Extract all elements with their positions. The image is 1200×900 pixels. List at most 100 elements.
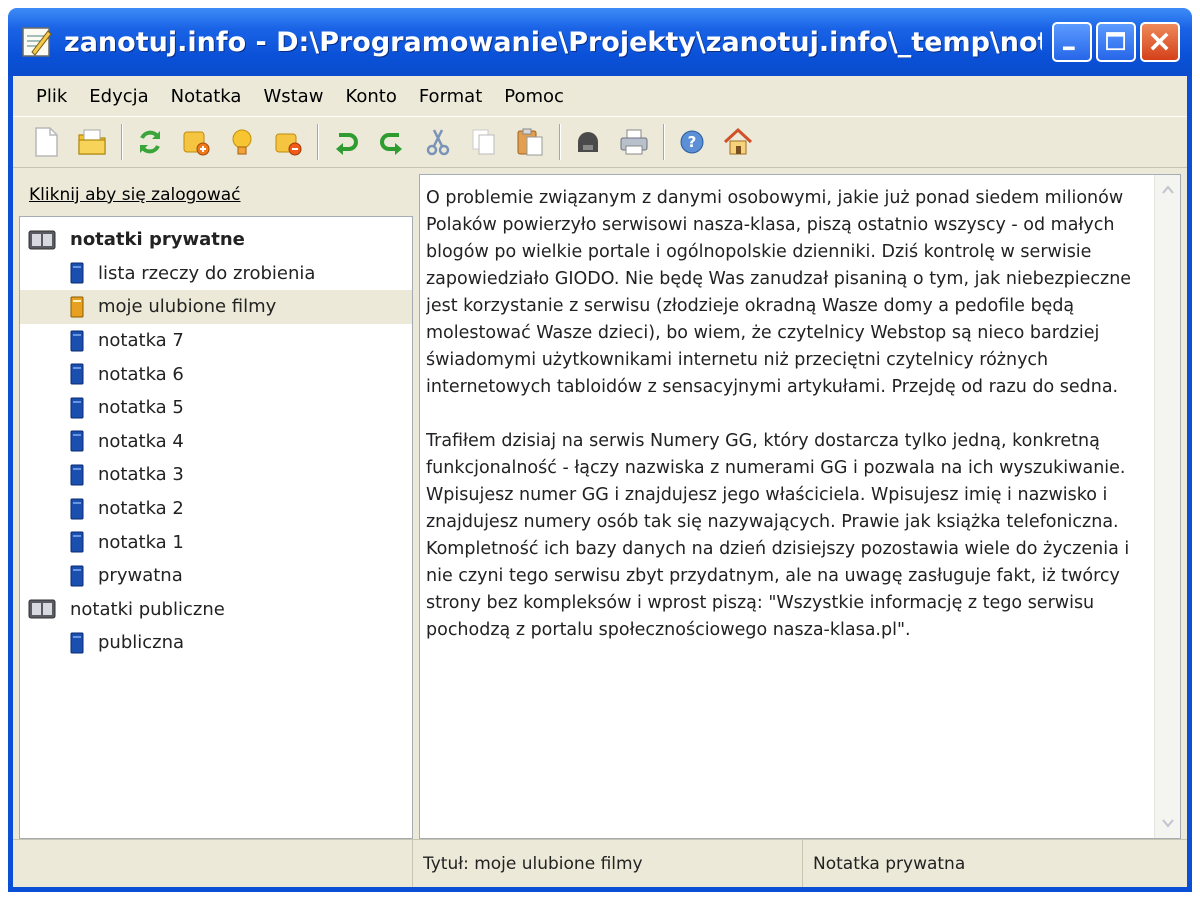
title-bar[interactable]: zanotuj.info - D:\Programowanie\Projekty… — [8, 8, 1192, 76]
note-icon — [70, 430, 84, 452]
window-title: zanotuj.info - D:\Programowanie\Projekty… — [64, 26, 1042, 58]
scroll-up-icon[interactable] — [1155, 177, 1181, 203]
note-icon — [70, 397, 84, 419]
tree-group-private[interactable]: notatki prywatne — [20, 223, 412, 257]
paste-icon — [517, 128, 543, 156]
undo-button[interactable] — [327, 123, 365, 161]
redo-icon — [380, 133, 402, 155]
menu-notatka[interactable]: Notatka — [160, 82, 253, 111]
note-icon — [70, 565, 84, 587]
scroll-down-icon[interactable] — [1155, 810, 1181, 836]
status-title: Tytuł: moje ulubione filmy — [413, 840, 803, 887]
add-note-button[interactable] — [177, 123, 215, 161]
note-content[interactable]: O problemie związanym z danymi osobowymi… — [426, 185, 1150, 830]
svg-text:?: ? — [688, 133, 697, 151]
tree-item-label: notatka 4 — [98, 430, 184, 452]
menu-konto[interactable]: Konto — [334, 82, 407, 111]
print-button[interactable] — [615, 123, 653, 161]
tree-item-note[interactable]: notatka 1 — [20, 525, 412, 559]
close-icon — [1150, 32, 1169, 51]
note-open-icon — [70, 296, 84, 318]
home-icon — [723, 127, 753, 155]
paste-button[interactable] — [511, 123, 549, 161]
menu-edycja[interactable]: Edycja — [78, 82, 159, 111]
tree-item-note[interactable]: notatka 4 — [20, 425, 412, 459]
notebook-icon — [28, 599, 56, 619]
cut-button[interactable] — [419, 123, 457, 161]
tree-item-note[interactable]: notatka 3 — [20, 458, 412, 492]
note-editor[interactable]: O problemie związanym z danymi osobowymi… — [419, 174, 1181, 839]
tree-group-label: notatki publiczne — [70, 598, 225, 620]
notebook-icon — [28, 230, 56, 250]
undo-icon — [336, 133, 358, 155]
lightbulb-icon — [232, 129, 252, 155]
tree-item-label: notatka 7 — [98, 330, 184, 352]
tree-item-label: prywatna — [98, 565, 183, 587]
add-note-icon — [183, 131, 210, 156]
tree-item-note[interactable]: publiczna — [20, 626, 412, 660]
tree-item-label: notatka 5 — [98, 397, 184, 419]
tree-item-note[interactable]: notatka 7 — [20, 324, 412, 358]
toolbar-separator — [559, 124, 561, 160]
client-area: Plik Edycja Notatka Wstaw Konto Format P… — [13, 76, 1187, 887]
note-icon — [70, 498, 84, 520]
toolbar-separator — [121, 124, 123, 160]
tree-item-label: notatka 2 — [98, 498, 184, 520]
open-button[interactable] — [73, 123, 111, 161]
help-icon: ? — [680, 130, 704, 154]
help-button[interactable]: ? — [673, 123, 711, 161]
idea-button[interactable] — [223, 123, 261, 161]
tree-item-label: lista rzeczy do zrobienia — [98, 262, 316, 284]
status-bar: Tytuł: moje ulubione filmy Notatka prywa… — [13, 839, 1187, 887]
refresh-button[interactable] — [131, 123, 169, 161]
menu-wstaw[interactable]: Wstaw — [252, 82, 334, 111]
toolbar: ? — [13, 116, 1187, 168]
login-link[interactable]: Kliknij aby się zalogować — [19, 174, 413, 216]
note-icon — [70, 464, 84, 486]
tree-group-label: notatki prywatne — [70, 229, 245, 251]
note-icon — [70, 262, 84, 284]
tree-item-note[interactable]: prywatna — [20, 559, 412, 593]
save-button[interactable] — [569, 123, 607, 161]
close-button[interactable] — [1140, 22, 1180, 62]
status-note-type: Notatka prywatna — [813, 853, 966, 874]
menu-plik[interactable]: Plik — [25, 82, 78, 111]
tree-item-note[interactable]: notatka 5 — [20, 391, 412, 425]
copy-button[interactable] — [465, 123, 503, 161]
delete-note-button[interactable] — [269, 123, 307, 161]
minimize-icon — [1063, 46, 1075, 51]
home-button[interactable] — [719, 123, 757, 161]
tree-item-note[interactable]: notatka 6 — [20, 357, 412, 391]
toolbar-separator — [317, 124, 319, 160]
tree-item-note[interactable]: lista rzeczy do zrobienia — [20, 257, 412, 291]
tree-item-label: notatka 3 — [98, 464, 184, 486]
minimize-button[interactable] — [1052, 22, 1092, 62]
menu-bar: Plik Edycja Notatka Wstaw Konto Format P… — [13, 76, 1187, 116]
open-folder-icon — [78, 129, 106, 155]
save-icon — [578, 132, 598, 152]
print-icon — [620, 129, 648, 155]
redo-button[interactable] — [373, 123, 411, 161]
notes-panel: Kliknij aby się zalogować notatki prywat… — [19, 174, 413, 839]
refresh-icon — [140, 130, 160, 154]
tree-item-label: notatka 6 — [98, 363, 184, 385]
new-note-button[interactable] — [27, 123, 65, 161]
menu-pomoc[interactable]: Pomoc — [493, 82, 575, 111]
menu-format[interactable]: Format — [408, 82, 493, 111]
app-notepad-icon — [22, 27, 52, 57]
cut-icon — [426, 129, 450, 156]
maximize-button[interactable] — [1096, 22, 1136, 62]
delete-note-icon — [275, 133, 302, 156]
tree-item-label: notatka 1 — [98, 531, 184, 553]
toolbar-separator — [663, 124, 665, 160]
note-icon — [70, 632, 84, 654]
app-window: zanotuj.info - D:\Programowanie\Projekty… — [8, 8, 1192, 892]
vertical-scrollbar[interactable] — [1154, 175, 1180, 838]
note-icon — [70, 330, 84, 352]
tree-item-note-selected[interactable]: moje ulubione filmy — [20, 290, 412, 324]
tree-item-note[interactable]: notatka 2 — [20, 492, 412, 526]
notes-tree: notatki prywatne lista rzeczy do zrobien… — [19, 216, 413, 839]
tree-group-public[interactable]: notatki publiczne — [20, 593, 412, 627]
note-icon — [70, 531, 84, 553]
maximize-icon — [1106, 32, 1125, 51]
